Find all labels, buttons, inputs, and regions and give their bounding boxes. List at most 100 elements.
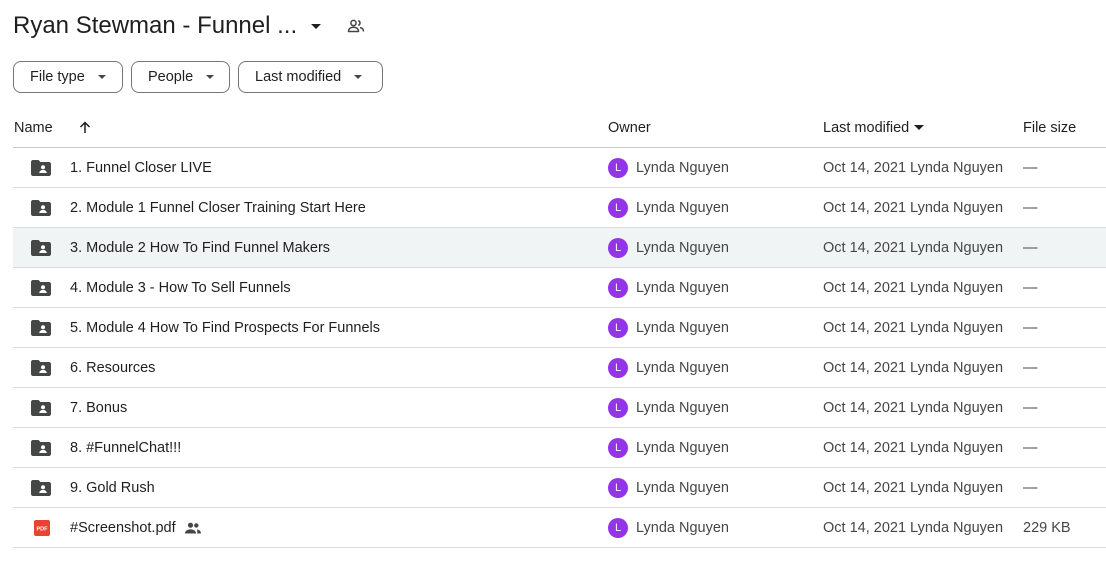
owner-name: Lynda Nguyen — [636, 479, 729, 496]
avatar[interactable]: L — [608, 237, 628, 258]
avatar[interactable]: L — [608, 157, 628, 178]
owner-cell: L Lynda Nguyen — [608, 357, 823, 378]
file-name[interactable]: 8. #FunnelChat!!! — [70, 440, 181, 456]
file-name[interactable]: #Screenshot.pdf — [70, 520, 176, 536]
owner-cell: L Lynda Nguyen — [608, 437, 823, 458]
owner-name: Lynda Nguyen — [636, 359, 729, 376]
file-name[interactable]: 3. Module 2 How To Find Funnel Makers — [70, 240, 330, 256]
shared-folder-icon — [13, 159, 70, 176]
owner-column-header[interactable]: Owner — [608, 120, 823, 136]
name-cell: 1. Funnel Closer LIVE — [13, 159, 608, 176]
file-size-column-header[interactable]: File size — [1023, 120, 1106, 136]
table-row[interactable]: 1. Funnel Closer LIVE L Lynda Nguyen Oct… — [13, 148, 1106, 188]
shared-folder-icon — [13, 239, 70, 256]
last-modified-value: Oct 14, 2021 Lynda Nguyen — [823, 519, 1004, 536]
name-cell: PDF #Screenshot.pdf — [13, 519, 608, 536]
avatar[interactable]: L — [608, 397, 628, 418]
owner-cell: L Lynda Nguyen — [608, 237, 823, 258]
name-cell: 6. Resources — [13, 359, 608, 376]
name-cell: 4. Module 3 - How To Sell Funnels — [13, 279, 608, 296]
shared-folder-icon — [13, 479, 70, 496]
owner-cell: L Lynda Nguyen — [608, 317, 823, 338]
table-row[interactable]: 8. #FunnelChat!!! L Lynda Nguyen Oct 14,… — [13, 428, 1106, 468]
name-cell: 5. Module 4 How To Find Prospects For Fu… — [13, 319, 608, 336]
table-row[interactable]: 6. Resources L Lynda Nguyen Oct 14, 2021… — [13, 348, 1106, 388]
last-modified-filter-label: Last modified — [255, 69, 342, 85]
file-size-value: — — [1023, 159, 1038, 176]
owner-name: Lynda Nguyen — [636, 159, 729, 176]
name-cell: 8. #FunnelChat!!! — [13, 439, 608, 456]
file-name[interactable]: 9. Gold Rush — [70, 480, 155, 496]
title-bar: Ryan Stewman - Funnel ... — [13, 8, 365, 44]
name-column-header[interactable]: Name — [13, 120, 608, 136]
file-name[interactable]: 4. Module 3 - How To Sell Funnels — [70, 280, 291, 296]
avatar[interactable]: L — [608, 277, 628, 298]
table-row[interactable]: 7. Bonus L Lynda Nguyen Oct 14, 2021 Lyn… — [13, 388, 1106, 428]
last-modified-value: Oct 14, 2021 Lynda Nguyen — [823, 399, 1004, 416]
last-modified-value: Oct 14, 2021 Lynda Nguyen — [823, 319, 1004, 336]
file-name[interactable]: 1. Funnel Closer LIVE — [70, 160, 212, 176]
table-row[interactable]: 2. Module 1 Funnel Closer Training Start… — [13, 188, 1106, 228]
file-name[interactable]: 2. Module 1 Funnel Closer Training Start… — [70, 200, 366, 216]
file-size-value: — — [1023, 399, 1038, 416]
last-modified-value: Oct 14, 2021 Lynda Nguyen — [823, 279, 1004, 296]
last-modified-value: Oct 14, 2021 Lynda Nguyen — [823, 239, 1004, 256]
file-size-value: — — [1023, 439, 1038, 456]
file-name[interactable]: 6. Resources — [70, 360, 155, 376]
sort-descending-icon[interactable] — [914, 125, 925, 130]
last-modified-column-header[interactable]: Last modified — [823, 120, 1023, 136]
avatar[interactable]: L — [608, 317, 628, 338]
shared-people-icon[interactable] — [347, 19, 365, 33]
shared-folder-icon — [13, 279, 70, 296]
owner-cell: L Lynda Nguyen — [608, 197, 823, 218]
table-row[interactable]: 3. Module 2 How To Find Funnel Makers L … — [13, 228, 1106, 268]
file-size-value: — — [1023, 199, 1038, 216]
last-modified-value: Oct 14, 2021 Lynda Nguyen — [823, 359, 1004, 376]
owner-name: Lynda Nguyen — [636, 239, 729, 256]
owner-cell: L Lynda Nguyen — [608, 157, 823, 178]
file-size-value: — — [1023, 279, 1038, 296]
table-row[interactable]: PDF #Screenshot.pdf L Lynda Nguyen Oct 1… — [13, 508, 1106, 548]
last-modified-value: Oct 14, 2021 Lynda Nguyen — [823, 479, 1004, 496]
chevron-down-icon — [354, 75, 363, 79]
last-modified-column-label: Last modified — [823, 119, 910, 136]
owner-name: Lynda Nguyen — [636, 279, 729, 296]
file-size-value: — — [1023, 479, 1038, 496]
name-cell: 2. Module 1 Funnel Closer Training Start… — [13, 199, 608, 216]
file-size-value: — — [1023, 239, 1038, 256]
file-size-value: — — [1023, 319, 1038, 336]
last-modified-value: Oct 14, 2021 Lynda Nguyen — [823, 439, 1004, 456]
name-column-label: Name — [14, 119, 53, 136]
owner-cell: L Lynda Nguyen — [608, 517, 823, 538]
table-row[interactable]: 4. Module 3 - How To Sell Funnels L Lynd… — [13, 268, 1106, 308]
folder-title[interactable]: Ryan Stewman - Funnel ... — [13, 12, 297, 40]
chevron-down-icon — [97, 75, 106, 79]
table-row[interactable]: 9. Gold Rush L Lynda Nguyen Oct 14, 2021… — [13, 468, 1106, 508]
avatar[interactable]: L — [608, 517, 628, 538]
owner-name: Lynda Nguyen — [636, 399, 729, 416]
avatar[interactable]: L — [608, 437, 628, 458]
people-filter-label: People — [148, 69, 194, 85]
last-modified-filter[interactable]: Last modified — [238, 61, 383, 93]
title-dropdown-icon[interactable] — [311, 23, 322, 29]
file-name[interactable]: 5. Module 4 How To Find Prospects For Fu… — [70, 320, 380, 336]
shared-folder-icon — [13, 439, 70, 456]
avatar[interactable]: L — [608, 357, 628, 378]
shared-folder-icon — [13, 359, 70, 376]
file-type-filter[interactable]: File type — [13, 61, 123, 93]
owner-name: Lynda Nguyen — [636, 319, 729, 336]
avatar[interactable]: L — [608, 477, 628, 498]
last-modified-value: Oct 14, 2021 Lynda Nguyen — [823, 159, 1004, 176]
people-filter[interactable]: People — [131, 61, 230, 93]
file-name[interactable]: 7. Bonus — [70, 400, 127, 416]
shared-icon — [184, 522, 202, 534]
avatar[interactable]: L — [608, 197, 628, 218]
owner-cell: L Lynda Nguyen — [608, 277, 823, 298]
shared-folder-icon — [13, 319, 70, 336]
shared-folder-icon — [13, 199, 70, 216]
sort-ascending-icon[interactable] — [79, 121, 91, 134]
file-list: Name Owner Last modified File size 1. Fu… — [13, 108, 1106, 548]
filter-chips: File type People Last modified — [13, 61, 383, 93]
table-row[interactable]: 5. Module 4 How To Find Prospects For Fu… — [13, 308, 1106, 348]
svg-text:PDF: PDF — [37, 526, 49, 532]
